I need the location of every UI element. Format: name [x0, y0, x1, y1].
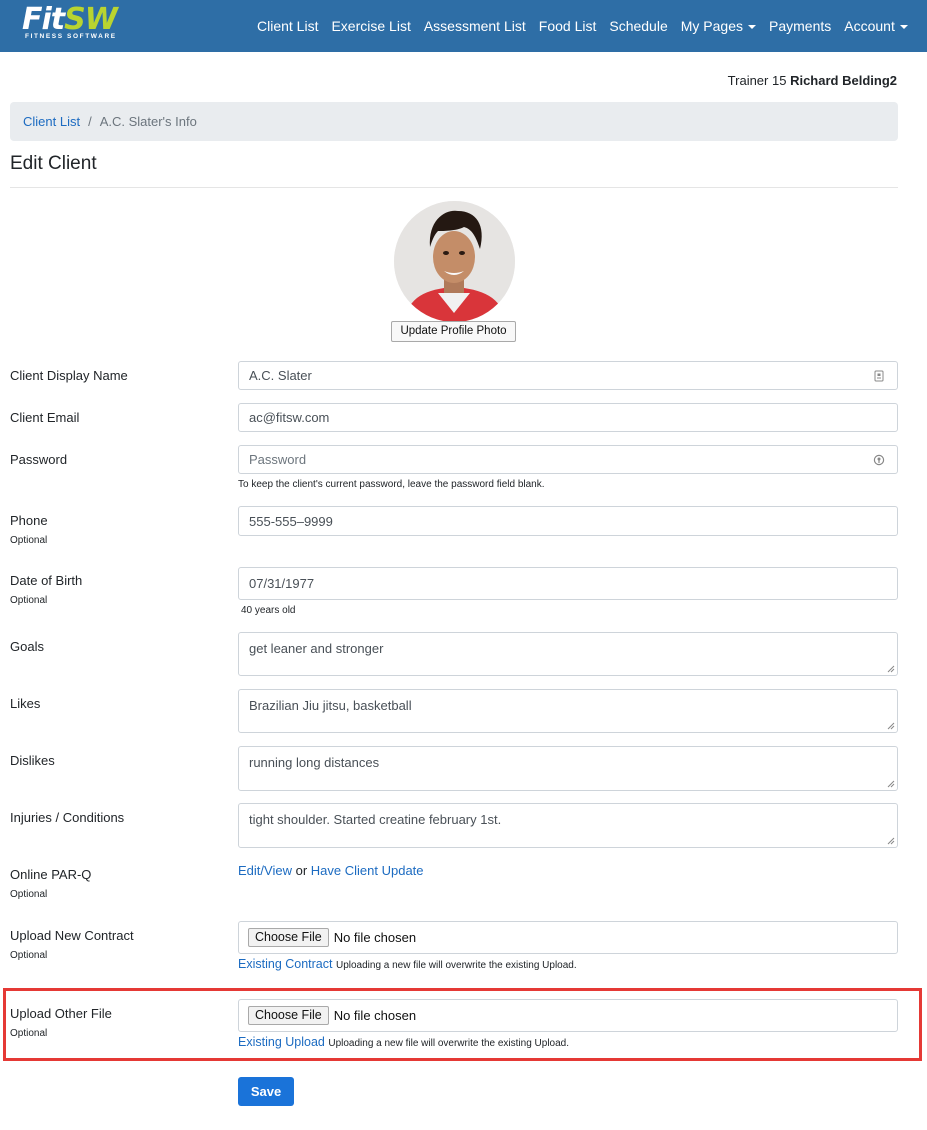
- nav-menu: Client List Exercise List Assessment Lis…: [257, 0, 921, 52]
- injuries-label: Injuries / Conditions: [10, 810, 125, 825]
- email-value: ac@fitsw.com: [249, 410, 330, 425]
- resize-handle-icon[interactable]: [887, 837, 895, 845]
- breadcrumb-separator: /: [88, 114, 92, 129]
- trainer-info: Trainer 15 Richard Belding2: [727, 73, 897, 88]
- parq-links: Edit/View or Have Client Update: [238, 863, 424, 878]
- email-field[interactable]: ac@fitsw.com: [238, 403, 898, 432]
- goals-value: get leaner and stronger: [249, 641, 384, 656]
- existing-contract-link[interactable]: Existing Contract: [238, 957, 332, 971]
- dob-value: 07/31/1977: [249, 576, 315, 591]
- fitsw-logo[interactable]: FitSW FITNESS SOFTWARE: [22, 2, 144, 42]
- dislikes-value: running long distances: [249, 755, 380, 770]
- likes-label: Likes: [10, 696, 41, 711]
- contract-existing-row: Existing Contract Uploading a new file w…: [238, 957, 577, 971]
- contract-label: Upload New Contract: [10, 928, 134, 943]
- password-help: To keep the client's current password, l…: [238, 479, 545, 490]
- trainer-name: Richard Belding2: [790, 73, 897, 88]
- resize-handle-icon[interactable]: [887, 780, 895, 788]
- nav-my-pages[interactable]: My Pages: [681, 18, 756, 34]
- contact-card-icon: [874, 370, 884, 382]
- dob-label: Date of Birth: [10, 573, 83, 588]
- other-file-choose-file-button[interactable]: Choose File: [248, 1006, 329, 1025]
- nav-schedule[interactable]: Schedule: [609, 18, 667, 34]
- other-file-overwrite-note: Uploading a new file will overwrite the …: [328, 1038, 570, 1049]
- dob-field[interactable]: 07/31/1977: [238, 567, 898, 600]
- breadcrumb: Client List / A.C. Slater's Info: [10, 102, 898, 141]
- resize-handle-icon[interactable]: [887, 722, 895, 730]
- password-placeholder: Password: [249, 452, 307, 467]
- age-text: 40 years old: [241, 605, 296, 616]
- existing-upload-link[interactable]: Existing Upload: [238, 1035, 325, 1049]
- display-name-input[interactable]: A.C. Slater: [238, 361, 898, 390]
- injuries-textarea[interactable]: tight shoulder. Started creatine februar…: [238, 803, 898, 848]
- parq-label: Online PAR-Q: [10, 867, 92, 882]
- nav-food-list[interactable]: Food List: [539, 18, 597, 34]
- dislikes-label: Dislikes: [10, 753, 55, 768]
- top-navbar: FitSW FITNESS SOFTWARE Client List Exerc…: [0, 0, 927, 52]
- nav-account[interactable]: Account: [844, 18, 908, 34]
- goals-label: Goals: [10, 639, 44, 654]
- goals-textarea[interactable]: get leaner and stronger: [238, 632, 898, 676]
- nav-client-list[interactable]: Client List: [257, 18, 318, 34]
- caret-down-icon: [748, 25, 756, 29]
- parq-edit-view-link[interactable]: Edit/View: [238, 863, 292, 878]
- client-avatar: [394, 201, 515, 322]
- other-file-label: Upload Other File: [10, 1006, 112, 1021]
- likes-value: Brazilian Jiu jitsu, basketball: [249, 698, 412, 713]
- key-icon: [873, 454, 885, 466]
- injuries-value: tight shoulder. Started creatine februar…: [249, 812, 502, 827]
- parq-optional: Optional: [10, 889, 48, 900]
- parq-or-text: or: [295, 863, 308, 878]
- likes-textarea[interactable]: Brazilian Jiu jitsu, basketball: [238, 689, 898, 733]
- other-file-status: No file chosen: [333, 1008, 417, 1023]
- phone-value: 555-555–9999: [249, 513, 333, 529]
- breadcrumb-client-list-link[interactable]: Client List: [23, 114, 80, 129]
- nav-exercise-list[interactable]: Exercise List: [331, 18, 410, 34]
- email-label: Client Email: [10, 410, 80, 425]
- resize-handle-icon[interactable]: [887, 665, 895, 673]
- password-field[interactable]: Password: [238, 445, 898, 474]
- caret-down-icon: [899, 25, 908, 29]
- contract-choose-file-button[interactable]: Choose File: [248, 928, 329, 947]
- nav-assessment-list[interactable]: Assessment List: [424, 18, 526, 34]
- logo-tagline: FITNESS SOFTWARE: [25, 33, 117, 40]
- display-name-value: A.C. Slater: [249, 368, 312, 383]
- save-button[interactable]: Save: [238, 1077, 294, 1106]
- nav-payments[interactable]: Payments: [769, 18, 831, 34]
- phone-label: Phone: [10, 513, 48, 528]
- contract-optional: Optional: [10, 950, 48, 961]
- contract-file-input[interactable]: Choose File No file chosen: [238, 921, 898, 954]
- logo-wordmark: FitSW: [22, 2, 118, 37]
- dob-optional: Optional: [10, 595, 48, 606]
- divider: [10, 187, 898, 188]
- other-file-existing-row: Existing Upload Uploading a new file wil…: [238, 1035, 569, 1049]
- phone-optional: Optional: [10, 535, 48, 546]
- other-file-input[interactable]: Choose File No file chosen: [238, 999, 898, 1032]
- contract-overwrite-note: Uploading a new file will overwrite the …: [335, 960, 577, 971]
- contract-file-status: No file chosen: [333, 930, 417, 945]
- display-name-label: Client Display Name: [10, 368, 128, 383]
- parq-have-client-update-link[interactable]: Have Client Update: [311, 863, 424, 878]
- other-file-optional: Optional: [10, 1028, 48, 1039]
- page-title: Edit Client: [10, 153, 97, 174]
- update-profile-photo-button[interactable]: Update Profile Photo: [391, 321, 516, 342]
- password-label: Password: [10, 452, 68, 467]
- phone-field[interactable]: 555-555–9999: [238, 506, 898, 536]
- breadcrumb-current: A.C. Slater's Info: [99, 114, 197, 129]
- dislikes-textarea[interactable]: running long distances: [238, 746, 898, 791]
